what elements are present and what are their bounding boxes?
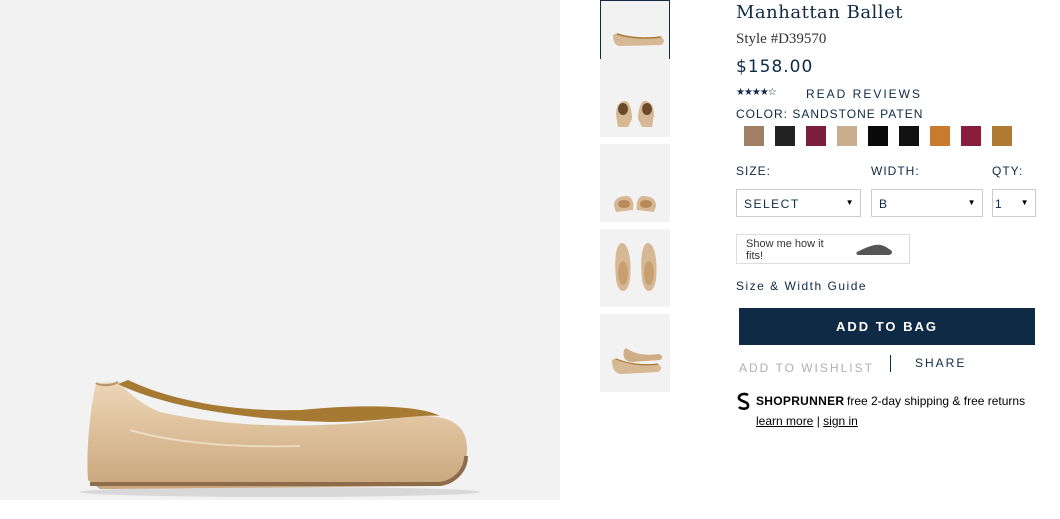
add-to-bag-button[interactable]: ADD TO BAG (739, 308, 1035, 345)
product-price: $158.00 (736, 57, 814, 77)
shoprunner-brand: SHOPRUNNER (756, 394, 845, 408)
shoe-image (80, 380, 480, 497)
qty-label: QTY: (992, 164, 1024, 178)
product-style-number: Style #D39570 (736, 31, 827, 47)
qty-select[interactable]: 1 ▼ (992, 189, 1036, 217)
swatch-7[interactable] (930, 126, 950, 146)
product-title: Manhattan Ballet (736, 2, 903, 23)
color-label: COLOR: SANDSTONE PATEN (736, 107, 924, 121)
share-link[interactable]: SHARE (915, 356, 966, 370)
width-label: WIDTH: (871, 164, 920, 178)
divider (890, 355, 891, 372)
hero-product-image (0, 0, 560, 500)
size-width-guide-link[interactable]: Size & Width Guide (736, 279, 867, 293)
shoprunner-text: free 2-day shipping & free returns (847, 394, 1026, 408)
chevron-down-icon: ▼ (845, 198, 855, 207)
fit-widget-text: Show me how it fits! (746, 238, 824, 262)
chevron-down-icon: ▼ (967, 198, 977, 207)
swatch-6[interactable] (899, 126, 919, 146)
swatch-1[interactable] (744, 126, 764, 146)
shoprunner-links: learn more | sign in (756, 414, 858, 428)
size-select[interactable]: SELECT ▼ (736, 189, 861, 217)
shoprunner-logo-icon (737, 392, 750, 410)
thumbnail-top-view[interactable] (600, 229, 670, 307)
fit-widget[interactable]: Show me how it fits! (736, 234, 910, 264)
swatch-8[interactable] (961, 126, 981, 146)
shoe-icon (856, 244, 892, 255)
read-reviews-link[interactable]: READ REVIEWS (806, 87, 922, 101)
swatch-3[interactable] (806, 126, 826, 146)
swatch-9[interactable] (992, 126, 1012, 146)
link-separator: | (816, 414, 820, 428)
swatch-5[interactable] (868, 126, 888, 146)
size-select-value: SELECT (744, 197, 800, 211)
chevron-down-icon: ▼ (1020, 198, 1030, 207)
rating-stars: ★★★★☆ (736, 87, 777, 98)
thumbnail-front-pair[interactable] (600, 59, 670, 137)
qty-select-value: 1 (995, 197, 1004, 211)
add-to-wishlist-link[interactable]: ADD TO WISHLIST (739, 361, 874, 375)
size-label: SIZE: (736, 164, 772, 178)
sign-in-link[interactable]: sign in (823, 414, 858, 428)
width-select-value: B (879, 197, 889, 211)
width-select[interactable]: B ▼ (871, 189, 983, 217)
thumbnail-back-pair[interactable] (600, 144, 670, 222)
learn-more-link[interactable]: learn more (756, 414, 813, 428)
thumbnail-angle-pair[interactable] (600, 314, 670, 392)
swatch-2[interactable] (775, 126, 795, 146)
swatch-4[interactable] (837, 126, 857, 146)
